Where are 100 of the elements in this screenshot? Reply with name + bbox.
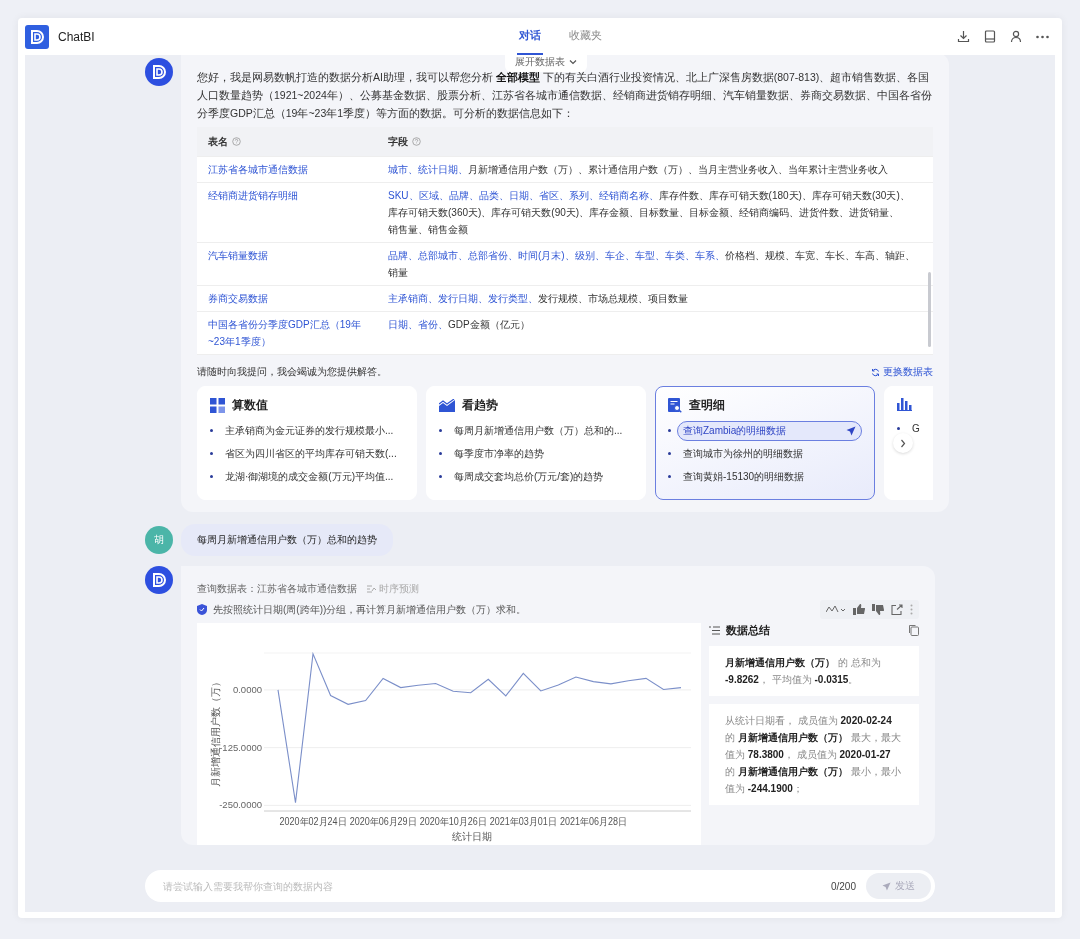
field-name: 项目数量: [648, 293, 688, 304]
field-name: 发行日期、: [438, 293, 488, 304]
field-name: 时间(月末)、: [518, 250, 575, 261]
user-message: 每周月新增通信用户数（万）总和的趋势: [181, 524, 393, 556]
table-name-link[interactable]: 中国各省份分季度GDP汇总（19年~23年1季度）: [208, 316, 368, 350]
x-axis-title: 统计日期: [451, 831, 492, 842]
share-icon[interactable]: [891, 604, 903, 615]
field-name: 车类、: [664, 250, 695, 261]
bullet-icon: [668, 475, 671, 478]
suggestion-item[interactable]: 查询城市为徐州的明细数据: [677, 443, 862, 464]
table-name-link[interactable]: 券商交易数据: [208, 290, 368, 307]
field-name: 库存金额、: [589, 207, 640, 218]
chart-type-icon[interactable]: [826, 605, 846, 614]
refresh-icon: [871, 367, 880, 377]
field-name: 目标数量、: [639, 207, 690, 218]
card-title: 算数值: [232, 398, 268, 413]
bullet-icon: [210, 452, 213, 455]
more-icon[interactable]: [1036, 34, 1049, 39]
forecast-icon: [367, 585, 376, 593]
suggestion-item[interactable]: 主承销商为金元证券的发行规模最小...: [219, 420, 404, 441]
thumbs-down-icon[interactable]: [872, 604, 884, 615]
suggestion-item[interactable]: 每周月新增通信用户数（万）总和的...: [448, 420, 633, 441]
field-name: 价格档、: [724, 250, 765, 261]
switch-table-link[interactable]: 更换数据表: [871, 365, 933, 379]
card-title: 查明细: [689, 398, 725, 413]
table-name-link[interactable]: 汽车销量数据: [208, 247, 368, 264]
field-name: 品牌、: [448, 190, 479, 201]
char-counter: 0/200: [830, 880, 856, 892]
list-icon: [709, 626, 720, 635]
table-name-link[interactable]: 江苏省各城市通信数据: [208, 161, 368, 178]
bar-chart-icon: [897, 398, 912, 411]
suggestion-item[interactable]: 查询黄娟-15130的明细数据: [677, 466, 862, 487]
field-name: 级别、: [574, 250, 605, 261]
field-name: 销售量、: [388, 224, 428, 235]
chevron-down-icon: [569, 59, 577, 65]
column-header: 表名: [208, 135, 228, 149]
book-icon[interactable]: [984, 30, 996, 43]
bullet-icon: [439, 429, 442, 432]
suggestion-item[interactable]: 省区为四川省区的平均库存可销天数(...: [219, 443, 404, 464]
suggestion-item[interactable]: G: [906, 420, 931, 437]
grid-icon: [210, 398, 225, 413]
document-search-icon: [668, 398, 682, 413]
app-logo: [25, 24, 49, 49]
field-name: 省区、: [538, 190, 569, 201]
y-tick-label: 0.0000: [232, 683, 262, 695]
bot-avatar: [145, 58, 173, 86]
source-table-label: 查询数据表：江苏省各城市通信数据: [197, 582, 357, 596]
y-tick-label: -125.0000: [219, 741, 262, 753]
prompt-text: 请随时向我提问，我会竭诚为您提供解答。: [197, 365, 387, 379]
field-name: SKU、: [388, 190, 419, 201]
field-name: 城市、: [388, 164, 418, 175]
suggestion-item[interactable]: 每周成交套均总价(万元/套)的趋势: [448, 466, 633, 487]
field-name: 目标金额、: [689, 207, 740, 218]
field-name: 车高、: [854, 250, 885, 261]
field-name: 总部省份、: [468, 250, 518, 261]
field-name: 日期、: [508, 190, 539, 201]
bullet-icon: [439, 475, 442, 478]
chevron-right-icon: [900, 438, 906, 448]
field-name: 销量: [388, 267, 408, 278]
suggestion-card[interactable]: G: [884, 386, 933, 500]
field-name: 轴距、: [884, 250, 915, 261]
field-name: 发行类型、: [488, 293, 538, 304]
nav-tab[interactable]: 收藏夹: [566, 18, 604, 55]
send-icon[interactable]: [846, 425, 856, 436]
column-header: 字段: [388, 135, 408, 149]
field-name: 车企、: [604, 250, 635, 261]
field-name: 当年累计主营业务收入: [788, 164, 888, 175]
field-name: 库存可销天数(180天)、: [708, 190, 812, 201]
summary-title: 数据总结: [726, 623, 770, 638]
field-name: 库存可销天数(30天)、: [811, 190, 910, 201]
expand-table-tab[interactable]: 展开数据表: [505, 55, 587, 72]
suggestion-card[interactable]: 算数值 主承销商为金元证券的发行规模最小... 省区为四川省区的平均库存可销天数(... 龙湖·御湖境的成交金额(万元)平均值...: [197, 386, 417, 500]
table-name-link[interactable]: 经销商进货销存明细: [208, 187, 368, 204]
bullet-icon: [210, 429, 213, 432]
field-name: 车型、: [634, 250, 665, 261]
suggestion-item[interactable]: 龙湖·御湖境的成交金额(万元)平均值...: [219, 466, 404, 487]
field-name: 区域、: [418, 190, 449, 201]
thumbs-up-icon[interactable]: [853, 604, 865, 615]
field-name: 发行规模、: [538, 293, 588, 304]
suggestion-card[interactable]: 看趋势 每周月新增通信用户数（万）总和的... 每季度市净率的趋势 每周成交套均总价(万元/套)的趋势: [426, 386, 646, 500]
field-name: 进货销量、: [849, 207, 900, 218]
summary-text: 月新增通信用户数（万） 的 总和为 -9.8262， 平均值为 -0.0315。: [709, 646, 919, 696]
copy-icon[interactable]: [909, 625, 919, 636]
download-icon[interactable]: [957, 30, 970, 43]
field-name: 累计通信用户数（万）、: [588, 164, 698, 175]
bullet-icon: [668, 429, 671, 432]
suggestion-item[interactable]: 查询Zambia的明细数据: [677, 420, 862, 441]
suggestion-card[interactable]: 查明细 查询Zambia的明细数据 查询城市为徐州的明细数据 查询黄娟-15130的明细数据: [655, 386, 875, 500]
user-icon[interactable]: [1010, 30, 1022, 43]
field-name: 车系、: [694, 250, 725, 261]
field-name: 车长、: [824, 250, 855, 261]
field-name: 月新增通信用户数（万）、: [468, 164, 588, 175]
suggestion-item[interactable]: 每季度市净率的趋势: [448, 443, 633, 464]
field-name: 库存可销天数(360天)、: [388, 207, 492, 218]
card-title: 看趋势: [462, 398, 498, 413]
field-name: 市场总规模、: [588, 293, 648, 304]
field-name: 当月主营业务收入、: [698, 164, 788, 175]
explanation-text: 先按照统计日期(周(跨年))分组，再计算月新增通信用户数（万）求和。: [213, 602, 527, 617]
field-name: 系列、: [568, 190, 599, 201]
field-name: 库存件数、: [658, 190, 709, 201]
